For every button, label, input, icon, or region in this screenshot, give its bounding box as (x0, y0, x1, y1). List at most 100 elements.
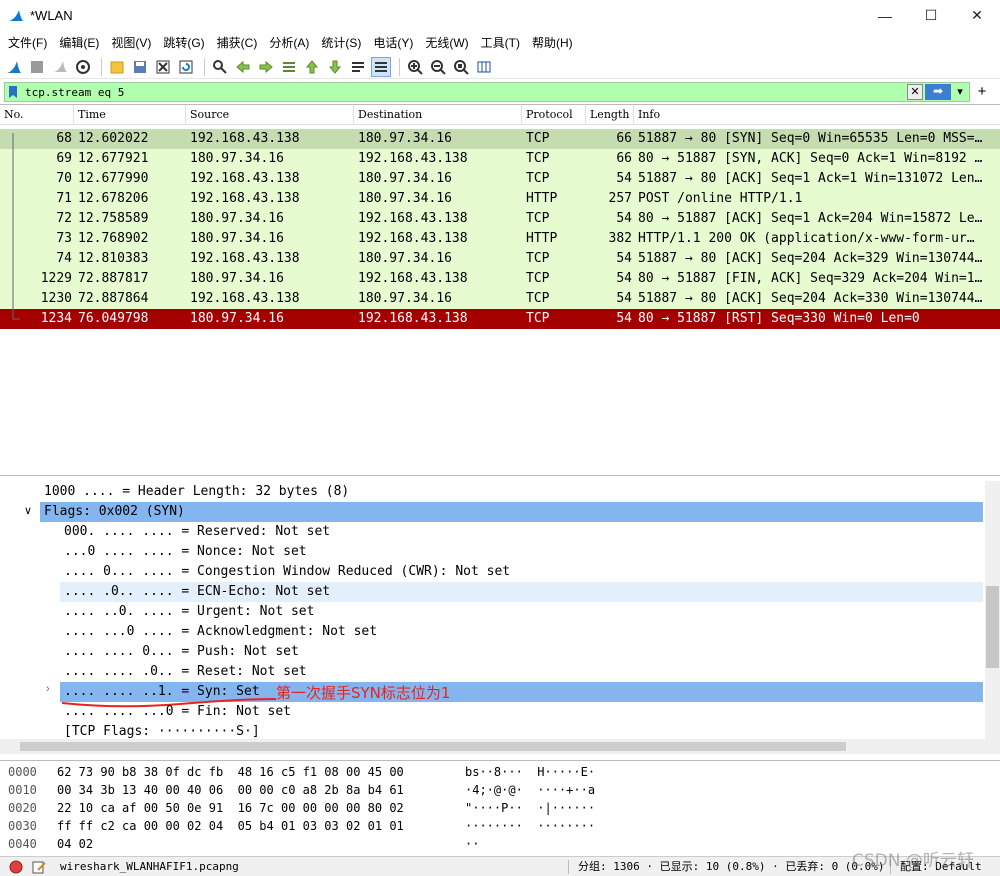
menu-tools[interactable]: 工具(T) (475, 34, 526, 51)
column-header-no[interactable]: No. (0, 105, 74, 125)
restart-capture-icon[interactable] (50, 57, 70, 77)
filter-history-dropdown[interactable]: ▾ (953, 84, 967, 100)
detail-header-length[interactable]: 1000 .... = Header Length: 32 bytes (8) (44, 482, 349, 502)
column-header-source[interactable]: Source (186, 105, 354, 125)
watermark: CSDN @听云轩 (852, 851, 974, 871)
window-title: *WLAN (30, 8, 73, 23)
byte-hex[interactable]: ff ff c2 ca 00 00 02 04 05 b4 01 03 03 0… (57, 817, 404, 835)
add-filter-button[interactable]: + (974, 81, 990, 103)
packet-cell-info: POST /online HTTP/1.1 (638, 191, 803, 206)
menu-go[interactable]: 跳转(G) (157, 34, 210, 51)
byte-ascii[interactable]: "····P·· ·|······ (465, 799, 595, 817)
zoom-in-icon[interactable] (405, 57, 425, 77)
capture-options-icon[interactable] (73, 57, 93, 77)
capture-status-icon[interactable] (9, 860, 23, 874)
menu-help[interactable]: 帮助(H) (526, 34, 579, 51)
packet-row[interactable]: 1229 72.887817 180.97.34.16 192.168.43.138 T… (0, 269, 1000, 289)
zoom-reset-icon[interactable] (451, 57, 471, 77)
byte-hex[interactable]: 62 73 90 b8 38 0f dc fb 48 16 c5 f1 08 0… (57, 763, 404, 781)
go-to-packet-icon[interactable] (279, 57, 299, 77)
detail-flag-urgent[interactable]: .... ..0. .... = Urgent: Not set (64, 602, 314, 622)
menu-statistics[interactable]: 统计(S) (315, 34, 367, 51)
details-hscroll-thumb[interactable] (20, 742, 846, 751)
column-header-time[interactable]: Time (74, 105, 186, 125)
start-capture-icon[interactable] (4, 57, 24, 77)
zoom-out-icon[interactable] (428, 57, 448, 77)
reload-file-icon[interactable] (176, 57, 196, 77)
byte-ascii[interactable]: bs··8··· H·····E· (465, 763, 595, 781)
go-forward-icon[interactable] (256, 57, 276, 77)
last-packet-icon[interactable] (325, 57, 345, 77)
byte-hex[interactable]: 04 02 (57, 835, 93, 853)
detail-flag-push[interactable]: .... .... 0... = Push: Not set (64, 642, 299, 662)
byte-ascii[interactable]: ········ ········ (465, 817, 595, 835)
display-filter-input[interactable] (23, 83, 903, 101)
packet-cell-time: 72.887864 (78, 291, 149, 306)
go-back-icon[interactable] (233, 57, 253, 77)
close-button[interactable]: ✕ (954, 0, 1000, 31)
expand-arrow-icon[interactable]: › (46, 683, 50, 695)
packet-row[interactable]: 1230 72.887864 192.168.43.138 180.97.34.16 T… (0, 289, 1000, 309)
packet-cell-dst: 192.168.43.138 (358, 151, 468, 166)
detail-flag-reset[interactable]: .... .... .0.. = Reset: Not set (64, 662, 307, 682)
first-packet-icon[interactable] (302, 57, 322, 77)
packet-row[interactable]: 1234 76.049798 180.97.34.16 192.168.43.138 T… (0, 309, 1000, 329)
detail-flag-ack[interactable]: .... ...0 .... = Acknowledgment: Not set (64, 622, 377, 642)
packet-cell-len: 54 (616, 271, 632, 286)
details-scroll-thumb[interactable] (986, 586, 999, 668)
byte-ascii[interactable]: ·· (465, 835, 479, 853)
column-header-info[interactable]: Info (634, 105, 1000, 125)
packet-row[interactable]: 69 12.677921 180.97.34.16 192.168.43.138 TCP… (0, 149, 1000, 169)
packet-row[interactable]: 68 12.602022 192.168.43.138 180.97.34.16 TCP… (0, 129, 1000, 149)
maximize-button[interactable]: ☐ (908, 0, 954, 31)
packet-cell-proto: HTTP (526, 231, 558, 246)
annotation-text: 第一次握手SYN标志位为1 (276, 684, 451, 702)
menu-capture[interactable]: 捕获(C) (211, 34, 264, 51)
menu-edit[interactable]: 编辑(E) (53, 34, 105, 51)
packet-cell-len: 54 (616, 251, 632, 266)
clear-filter-button[interactable]: ✕ (907, 84, 923, 100)
menu-telephony[interactable]: 电话(Y) (367, 34, 419, 51)
packet-row[interactable]: 71 12.678206 192.168.43.138 180.97.34.16 HTT… (0, 189, 1000, 209)
menu-file[interactable]: 文件(F) (2, 34, 53, 51)
save-file-icon[interactable] (130, 57, 150, 77)
detail-tcp-flags[interactable]: [TCP Flags: ··········S·] (64, 722, 260, 739)
menu-view[interactable]: 视图(V) (105, 34, 157, 51)
packet-cell-info: 51887 → 80 [SYN] Seq=0 Win=65535 Len=0 M… (638, 131, 983, 146)
colorize-icon[interactable] (371, 56, 391, 77)
packet-row[interactable]: 74 12.810383 192.168.43.138 180.97.34.16 TCP… (0, 249, 1000, 269)
byte-hex[interactable]: 00 34 3b 13 40 00 40 06 00 00 c0 a8 2b 8… (57, 781, 404, 799)
packet-row[interactable]: 72 12.758589 180.97.34.16 192.168.43.138 TCP… (0, 209, 1000, 229)
column-header-length[interactable]: Length (586, 105, 634, 125)
detail-flag-fin[interactable]: .... .... ...0 = Fin: Not set (64, 702, 291, 722)
collapse-arrow-icon[interactable]: ∨ (24, 504, 32, 517)
detail-flags[interactable]: Flags: 0x002 (SYN) (40, 502, 983, 522)
byte-ascii[interactable]: ·4;·@·@· ····+··a (465, 781, 595, 799)
packet-cell-dst: 180.97.34.16 (358, 291, 452, 306)
minimize-button[interactable]: — (862, 0, 908, 31)
packet-row[interactable]: 70 12.677990 192.168.43.138 180.97.34.16 TCP… (0, 169, 1000, 189)
byte-hex[interactable]: 22 10 ca af 00 50 0e 91 16 7c 00 00 00 0… (57, 799, 404, 817)
column-header-destination[interactable]: Destination (354, 105, 522, 125)
packet-cell-dst: 180.97.34.16 (358, 191, 452, 206)
bookmark-icon[interactable] (8, 85, 18, 99)
packet-cell-dst: 192.168.43.138 (358, 271, 468, 286)
detail-flag-cwr[interactable]: .... 0... .... = Congestion Window Reduc… (64, 562, 510, 582)
detail-flag-ecn-echo[interactable]: .... .0.. .... = ECN-Echo: Not set (60, 582, 983, 602)
menu-wireless[interactable]: 无线(W) (419, 34, 474, 51)
edit-comment-icon[interactable] (32, 860, 46, 874)
close-file-icon[interactable] (153, 57, 173, 77)
apply-filter-button[interactable]: ➡ (925, 84, 951, 100)
auto-scroll-icon[interactable] (348, 57, 368, 77)
detail-flag-nonce[interactable]: ...0 .... .... = Nonce: Not set (64, 542, 307, 562)
packet-cell-time: 76.049798 (78, 311, 149, 326)
open-file-icon[interactable] (107, 57, 127, 77)
menu-analyze[interactable]: 分析(A) (263, 34, 315, 51)
detail-flag-reserved[interactable]: 000. .... .... = Reserved: Not set (64, 522, 330, 542)
resize-columns-icon[interactable] (474, 57, 494, 77)
column-header-protocol[interactable]: Protocol (522, 105, 586, 125)
packet-cell-proto: TCP (526, 251, 550, 266)
find-packet-icon[interactable] (210, 57, 230, 77)
packet-row[interactable]: 73 12.768902 180.97.34.16 192.168.43.138 HTT… (0, 229, 1000, 249)
stop-capture-icon[interactable] (27, 57, 47, 77)
